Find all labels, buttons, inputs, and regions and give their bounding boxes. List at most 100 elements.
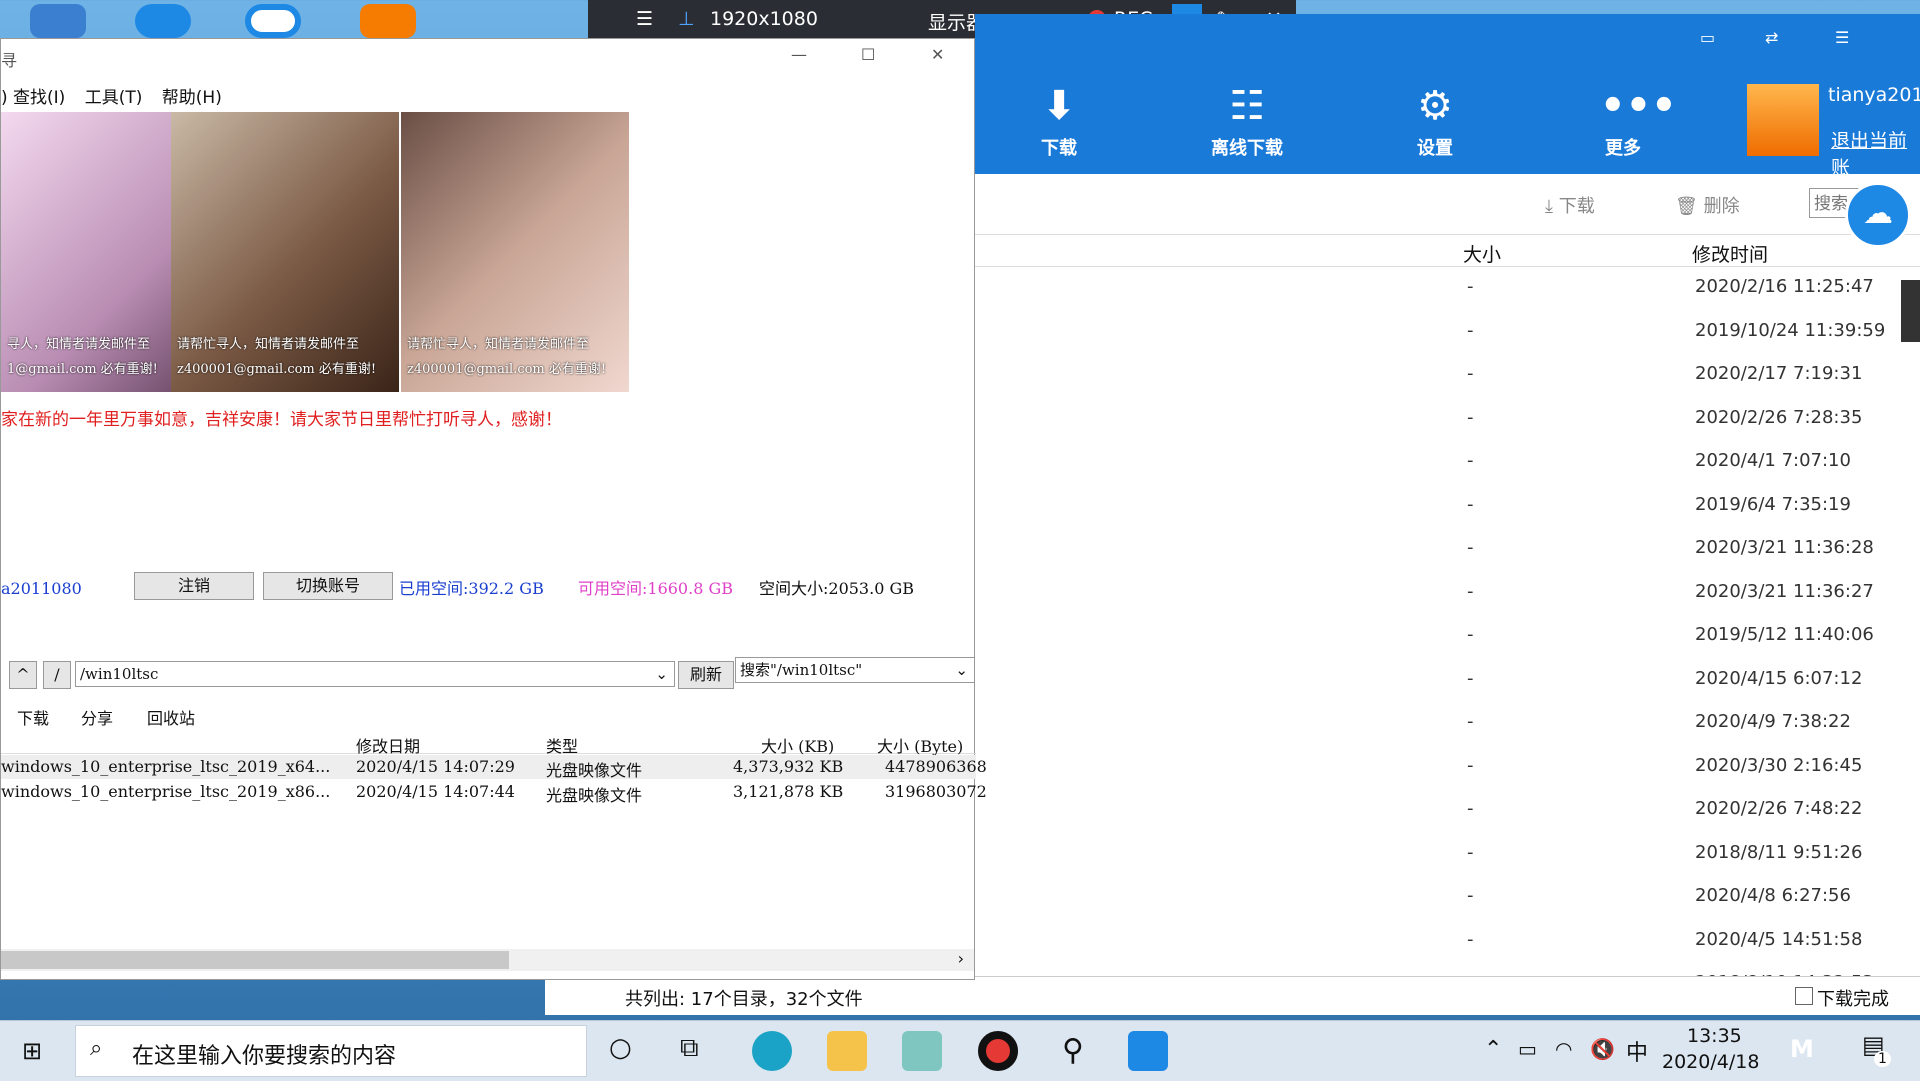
menu-tools[interactable]: 工具(T): [85, 88, 143, 108]
row-size: -: [1467, 363, 1474, 384]
close-button[interactable]: ✕: [931, 45, 944, 64]
recorder-app-icon[interactable]: [978, 1031, 1018, 1071]
list-item[interactable]: - 2020/4/9 7:38:22: [975, 701, 1920, 745]
search-input[interactable]: 搜索"/win10ltsc" ⌄: [735, 657, 975, 683]
list-item[interactable]: - 2020/2/26 7:48:22: [975, 788, 1920, 832]
nav-root-button[interactable]: /: [43, 661, 71, 689]
chat-icon[interactable]: ▭: [1700, 28, 1715, 47]
chevron-down-icon[interactable]: ⌄: [655, 662, 668, 686]
cortana-icon[interactable]: ○: [609, 1033, 632, 1063]
tab-download[interactable]: 下载: [17, 705, 49, 729]
horizontal-scrollbar[interactable]: ›: [1, 949, 974, 971]
desktop-icon-monitor[interactable]: [30, 4, 86, 38]
clock-date[interactable]: 2020/4/18: [1662, 1051, 1759, 1073]
photo-3-caption-1: 请帮忙寻人，知情者请发邮件至: [407, 337, 590, 352]
taskbar-search-input[interactable]: ⌕ 在这里输入你要搜索的内容: [75, 1025, 587, 1077]
avatar[interactable]: [1747, 84, 1819, 156]
tab-share[interactable]: 分享: [81, 705, 113, 729]
toolbar-more[interactable]: ••• 更多: [1563, 84, 1683, 160]
col-type[interactable]: 类型: [546, 733, 578, 757]
desktop-icon-q[interactable]: [245, 4, 301, 38]
row-size: -: [1467, 624, 1474, 645]
clock-time[interactable]: 13:35: [1687, 1025, 1742, 1047]
available-space: 可用空间:1660.8 GB: [578, 579, 734, 598]
maximize-button[interactable]: ☐: [861, 45, 875, 64]
row-size: -: [1467, 276, 1474, 297]
list-item[interactable]: - 2018/8/11 9:51:26: [975, 832, 1920, 876]
list-item[interactable]: - 2020/4/1 7:07:10: [975, 440, 1920, 484]
menu-icon[interactable]: ☰: [636, 8, 653, 30]
start-windows-icon[interactable]: ⊞: [22, 1037, 42, 1065]
photo-2-caption-2: z400001@gmail.com 必有重谢!: [177, 362, 377, 377]
minimize-button[interactable]: —: [791, 45, 807, 64]
col-modified[interactable]: 修改时间: [1692, 240, 1768, 267]
battery-icon[interactable]: ▭: [1518, 1037, 1537, 1061]
download-done-checkbox[interactable]: [1795, 987, 1813, 1005]
photo-1-caption-2: 1@gmail.com 必有重谢!: [7, 362, 158, 377]
col-date[interactable]: 修改日期: [356, 733, 420, 757]
row-modified-time: 2020/4/1 7:07:10: [1695, 450, 1851, 471]
list-item[interactable]: - 2020/3/21 11:36:28: [975, 527, 1920, 571]
wifi-icon[interactable]: ◠: [1555, 1037, 1572, 1061]
action-download[interactable]: ⤓ 下载: [1545, 192, 1595, 218]
list-item[interactable]: - 2019/10/24 11:39:59: [975, 310, 1920, 354]
figure-app-icon[interactable]: ⚲: [1053, 1031, 1093, 1071]
scroll-right-icon[interactable]: ›: [958, 949, 964, 968]
refresh-button[interactable]: 刷新: [678, 661, 734, 689]
logo-icon[interactable]: M: [1790, 1035, 1814, 1063]
ime-indicator[interactable]: 中: [1626, 1035, 1648, 1067]
list-item[interactable]: - 2020/2/16 11:25:47: [975, 266, 1920, 310]
download-arrow-icon: ⬇: [1042, 83, 1076, 129]
col-size-kb[interactable]: 大小 (KB): [761, 733, 834, 757]
app-icon-teal[interactable]: [902, 1031, 942, 1071]
list-item[interactable]: - 2020/2/26 7:28:35: [975, 397, 1920, 441]
list-item[interactable]: - 2020/4/8 6:27:56: [975, 875, 1920, 919]
nav-up-button[interactable]: ^: [9, 661, 37, 689]
task-view-icon[interactable]: ⧉: [680, 1033, 699, 1064]
list-item[interactable]: - 2020/2/17 7:19:31: [975, 353, 1920, 397]
menu-help[interactable]: 帮助(H): [162, 88, 222, 108]
cloud-app-icon[interactable]: [1128, 1031, 1168, 1071]
row-size: -: [1467, 885, 1474, 906]
tab-recycle[interactable]: 回收站: [147, 705, 195, 729]
logout-button[interactable]: 注销: [134, 572, 254, 600]
scrollbar-thumb[interactable]: [1, 951, 509, 969]
file-type: 光盘映像文件: [546, 761, 643, 780]
list-item[interactable]: - 2019/6/4 7:35:19: [975, 484, 1920, 528]
scroll-handle[interactable]: [1901, 280, 1920, 342]
action-delete[interactable]: 🗑 删除: [1675, 192, 1740, 218]
row-modified-time: 2019/6/4 7:35:19: [1695, 493, 1851, 515]
list-item[interactable]: - 2019/5/12 11:40:06: [975, 614, 1920, 658]
desktop-icon-arrow[interactable]: [135, 4, 191, 38]
toolbar-offline-download[interactable]: ☷ 离线下载: [1187, 84, 1307, 160]
menu-find[interactable]: ) 查找(I): [1, 88, 65, 108]
share-icon[interactable]: ⇄: [1765, 28, 1778, 47]
edge-icon[interactable]: [752, 1031, 792, 1071]
file-explorer-icon[interactable]: [827, 1031, 867, 1071]
desktop-icon-f6[interactable]: [360, 4, 416, 38]
taskbar-search-placeholder: 在这里输入你要搜索的内容: [132, 1044, 397, 1069]
search-chevron-icon[interactable]: ⌄: [955, 658, 968, 682]
list-item[interactable]: - 2020/4/5 14:51:58: [975, 919, 1920, 963]
path-input[interactable]: /win10ltsc ⌄: [75, 661, 675, 687]
pin-icon[interactable]: ⊥: [678, 8, 695, 30]
list-item[interactable]: - 2020/3/21 11:36:27: [975, 571, 1920, 615]
col-size-byte[interactable]: 大小 (Byte): [877, 733, 963, 757]
switch-account-button[interactable]: 切换账号: [263, 572, 393, 600]
volume-mute-icon[interactable]: 🔇: [1590, 1037, 1615, 1061]
row-modified-time: 2020/3/21 11:36:27: [1695, 580, 1874, 602]
file-size-byte: 4478906368: [885, 757, 987, 776]
list-menu-icon[interactable]: ☰: [1835, 28, 1849, 47]
list-item[interactable]: - 2020/4/15 6:07:12: [975, 658, 1920, 702]
show-hidden-icons[interactable]: ⌃: [1484, 1037, 1502, 1062]
account-name: a2011080: [1, 579, 82, 598]
cloud-action-bar: ⤓ 下载 🗑 删除 搜索 ☁: [975, 174, 1920, 248]
logout-link[interactable]: 退出当前账: [1831, 126, 1920, 180]
list-item[interactable]: - 2020/3/30 2:16:45: [975, 745, 1920, 789]
file-date: 2020/4/15 14:07:29: [356, 757, 515, 776]
toolbar-download[interactable]: ⬇ 下载: [999, 84, 1119, 160]
toolbar-settings[interactable]: ⚙ 设置: [1375, 84, 1495, 160]
row-size: -: [1467, 711, 1474, 732]
photo-3-caption-2: z400001@gmail.com 必有重谢!: [407, 362, 607, 377]
col-size[interactable]: 大小: [1463, 240, 1501, 267]
